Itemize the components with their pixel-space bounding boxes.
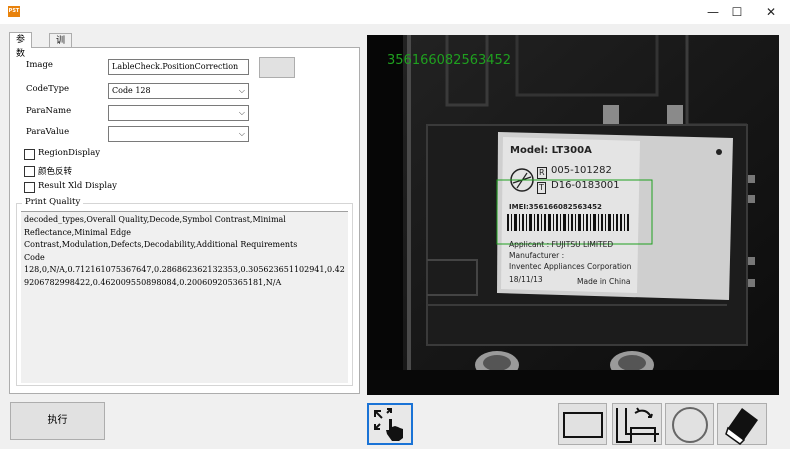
label-t-number: D16-0183001 [551,180,620,191]
overlay-decoded-code: 356166082563452 [387,53,512,68]
result-line: Contrast,Modulation,Defects,Decodability… [24,240,298,249]
checkbox-box[interactable] [24,166,35,177]
zoom-pan-tool-button[interactable] [367,403,413,445]
label-r-number: 005-101282 [551,165,612,176]
label-model: Model: LT300A [510,145,592,156]
rectangle-icon [563,412,603,438]
label-origin: Made in China [577,277,631,286]
params-panel: Image LableCheck.PositionCorrection Code… [9,47,360,394]
checkbox-box[interactable] [24,149,35,160]
close-button[interactable]: ✕ [748,0,790,24]
label-applicant: Applicant : FUJITSU LIMITED [509,240,614,249]
checkbox-label: 颜色反转 [38,167,73,177]
paraname-label: ParaName [26,106,72,116]
rectangle-tool-button[interactable] [558,403,607,445]
rotated-rectangle-tool-button[interactable] [612,403,662,445]
image-field[interactable]: LableCheck.PositionCorrection [108,59,249,75]
label-imei: IMEI:356166082563452 [509,203,602,211]
print-quality-title: Print Quality [22,197,84,207]
paravalue-select[interactable]: ⌵ [108,126,249,142]
chevron-down-icon: ⌵ [238,108,245,117]
checkbox-label: Result Xld Display [38,181,117,191]
label-date: 18/11/13 [509,275,543,284]
run-button[interactable]: 执行 [10,402,105,440]
codetype-label: CodeType [26,84,70,94]
chevron-down-icon: ⌵ [238,129,245,138]
paravalue-label: ParaValue [26,127,70,137]
codetype-select[interactable]: Code 128 ⌵ [108,83,249,99]
camera-image [367,35,779,395]
chevron-down-icon: ⌵ [238,86,245,95]
tab-params[interactable]: 参数 [9,32,33,59]
label-manufacturer-name: Inventec Appliances Corporation [509,262,632,271]
label-t-mark: T [537,182,546,194]
hand-pointer-icon [374,408,403,441]
checkbox-box[interactable] [24,182,35,193]
image-viewer[interactable]: 356166082563452 Model: LT300A R 005-1012… [367,35,779,395]
result-line: Reflectance,Minimal Edge [24,227,131,237]
result-line: 9206782998422,0.462009550898084,0.200609… [24,277,282,287]
app-icon: PST [8,6,20,17]
circle-tool-button[interactable] [665,403,714,445]
label-manufacturer: Manufacturer : [509,251,565,260]
title-bar: PST — ☐ ✕ [0,0,790,24]
print-quality-output[interactable]: decoded_types,Overall Quality,Decode,Sym… [21,211,348,383]
label-r-mark: R [537,167,547,179]
print-quality-group: Print Quality decoded_types,Overall Qual… [16,197,353,386]
tab-train[interactable]: 训练 [49,33,73,60]
result-line: decoded_types,Overall Quality,Decode,Sym… [24,215,286,224]
codetype-value: Code 128 [112,86,151,95]
checkbox-label: RegionDisplay [38,148,101,158]
eraser-tool-button[interactable] [717,403,767,445]
paraname-select[interactable]: ⌵ [108,105,249,121]
eraser-icon [725,408,758,445]
rotated-rectangle-icon [616,407,659,443]
circle-icon [672,407,708,443]
result-line: 128,0,N/A,0.712161075367647,0.2868623621… [24,265,345,274]
image-label: Image [26,60,53,70]
image-browse-button[interactable] [259,57,295,78]
result-line: Code [24,252,45,262]
